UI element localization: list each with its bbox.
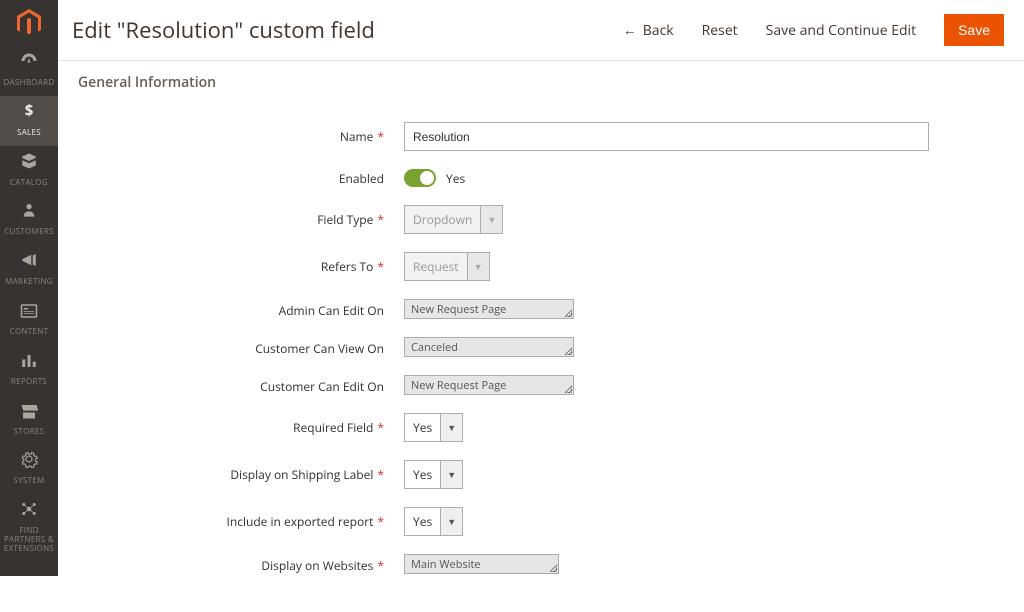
main-content: Edit "Resolution" custom field ← Back Re… (58, 0, 1024, 612)
name-label: Name (158, 128, 404, 145)
customer-view-value: Canceled (411, 340, 458, 355)
header-actions: ← Back Reset Save and Continue Edit Save (623, 14, 1004, 46)
admin-edit-label: Admin Can Edit On (158, 299, 404, 319)
chevron-down-icon: ▼ (467, 253, 489, 280)
export-select[interactable]: Yes ▼ (404, 507, 463, 536)
required-select[interactable]: Yes ▼ (404, 413, 463, 442)
sidebar-label: SALES (17, 129, 41, 138)
toggle-knob (420, 171, 434, 185)
field-type-select: Dropdown ▼ (404, 205, 503, 234)
sidebar-item-partners[interactable]: FIND PARTNERS & EXTENSIONS (0, 494, 58, 561)
marketing-icon (20, 251, 38, 275)
field-type-value: Dropdown (405, 206, 480, 233)
required-label: Required Field (158, 419, 404, 436)
required-value: Yes (405, 414, 440, 441)
resize-handle[interactable] (550, 565, 558, 573)
content-icon (20, 301, 38, 325)
resize-handle[interactable] (565, 348, 573, 356)
back-label: Back (643, 21, 674, 40)
chevron-down-icon: ▼ (440, 461, 462, 488)
chevron-down-icon: ▼ (440, 508, 462, 535)
sidebar-item-reports[interactable]: REPORTS (0, 345, 58, 395)
system-icon (20, 450, 38, 474)
customer-view-label: Customer Can View On (158, 337, 404, 357)
refers-to-value: Request (405, 253, 467, 280)
form-row-name: Name (158, 122, 984, 151)
websites-multiselect[interactable]: Main Website (404, 554, 559, 574)
sidebar-label: DASHBOARD (3, 79, 54, 88)
resize-handle[interactable] (565, 310, 573, 318)
dashboard-icon (20, 52, 38, 76)
form-row-customer-edit: Customer Can Edit On New Request Page (158, 375, 984, 395)
custom-field-form: Name Enabled Yes Field Type Dropdown ▼ (58, 92, 1024, 612)
sidebar-item-customers[interactable]: CUSTOMERS (0, 195, 58, 245)
sidebar-item-marketing[interactable]: MARKETING (0, 245, 58, 295)
customer-edit-label: Customer Can Edit On (158, 375, 404, 395)
arrow-left-icon: ← (623, 21, 637, 40)
refers-to-select: Request ▼ (404, 252, 490, 281)
form-row-websites: Display on Websites Main Website (158, 554, 984, 574)
section-title: General Information (58, 61, 1024, 92)
sidebar-item-content[interactable]: CONTENT (0, 295, 58, 345)
page-title: Edit "Resolution" custom field (72, 15, 623, 45)
back-button[interactable]: ← Back (623, 21, 674, 40)
form-row-field-type: Field Type Dropdown ▼ (158, 205, 984, 234)
refers-to-label: Refers To (158, 258, 404, 275)
page-header: Edit "Resolution" custom field ← Back Re… (58, 0, 1024, 61)
save-continue-button[interactable]: Save and Continue Edit (766, 21, 916, 40)
form-row-export: Include in exported report Yes ▼ (158, 507, 984, 536)
reports-icon (20, 351, 38, 375)
admin-edit-value: New Request Page (411, 302, 506, 317)
export-value: Yes (405, 508, 440, 535)
shipping-value: Yes (405, 461, 440, 488)
sidebar-label: FIND PARTNERS & EXTENSIONS (2, 527, 56, 553)
sidebar-item-stores[interactable]: STORES (0, 395, 58, 445)
form-row-required: Required Field Yes ▼ (158, 413, 984, 442)
sidebar-label: CATALOG (10, 179, 48, 188)
shipping-select[interactable]: Yes ▼ (404, 460, 463, 489)
customer-view-multiselect[interactable]: Canceled (404, 337, 574, 357)
websites-label: Display on Websites (158, 554, 404, 574)
admin-edit-multiselect[interactable]: New Request Page (404, 299, 574, 319)
form-row-shipping: Display on Shipping Label Yes ▼ (158, 460, 984, 489)
export-label: Include in exported report (158, 513, 404, 530)
field-type-label: Field Type (158, 211, 404, 228)
sidebar-item-system[interactable]: SYSTEM (0, 444, 58, 494)
chevron-down-icon: ▼ (440, 414, 462, 441)
sidebar-label: REPORTS (11, 378, 47, 387)
magento-logo[interactable] (0, 0, 58, 46)
partners-icon (20, 500, 38, 524)
admin-sidebar: DASHBOARD $ SALES CATALOG CUSTOMERS MARK… (0, 0, 58, 576)
sidebar-label: CONTENT (10, 328, 49, 337)
svg-text:$: $ (25, 102, 34, 120)
catalog-icon (20, 152, 38, 176)
save-button[interactable]: Save (944, 14, 1004, 46)
sidebar-label: MARKETING (5, 278, 53, 287)
sidebar-item-sales[interactable]: $ SALES (0, 96, 58, 146)
customer-edit-value: New Request Page (411, 378, 506, 393)
customer-edit-multiselect[interactable]: New Request Page (404, 375, 574, 395)
reset-button[interactable]: Reset (702, 21, 738, 40)
name-input[interactable] (404, 122, 929, 151)
magento-logo-icon (16, 9, 42, 37)
form-row-refers-to: Refers To Request ▼ (158, 252, 984, 281)
form-row-customer-view: Customer Can View On Canceled (158, 337, 984, 357)
enabled-label: Enabled (158, 170, 404, 187)
form-row-admin-edit: Admin Can Edit On New Request Page (158, 299, 984, 319)
customers-icon (21, 201, 37, 225)
sidebar-label: STORES (14, 428, 45, 437)
sidebar-item-dashboard[interactable]: DASHBOARD (0, 46, 58, 96)
form-row-enabled: Enabled Yes (158, 169, 984, 187)
sidebar-label: SYSTEM (13, 477, 44, 486)
resize-handle[interactable] (565, 386, 573, 394)
sidebar-item-catalog[interactable]: CATALOG (0, 146, 58, 196)
chevron-down-icon: ▼ (480, 206, 502, 233)
enabled-toggle[interactable] (404, 169, 436, 187)
enabled-value: Yes (446, 170, 465, 187)
shipping-label: Display on Shipping Label (158, 466, 404, 483)
sidebar-label: CUSTOMERS (4, 228, 54, 237)
stores-icon (20, 401, 38, 425)
sales-icon: $ (20, 102, 38, 126)
websites-value: Main Website (411, 557, 481, 572)
